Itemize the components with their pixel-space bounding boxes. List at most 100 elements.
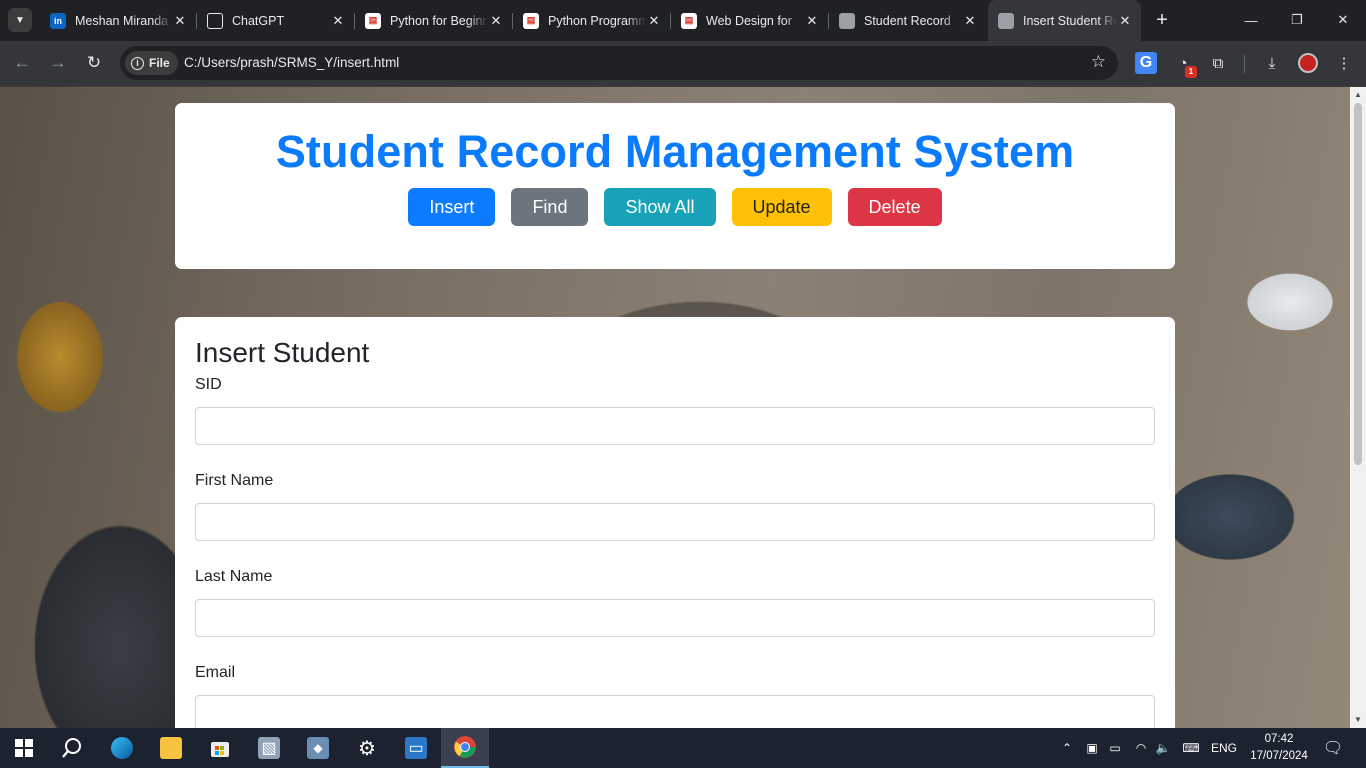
close-icon[interactable]: ✕	[962, 13, 978, 29]
tab-insert-student[interactable]: Insert Student Record ✕	[988, 0, 1141, 41]
scrollbar-thumb[interactable]	[1354, 103, 1362, 465]
battery-icon: ▭	[1109, 741, 1121, 755]
back-button[interactable]: ←	[9, 50, 35, 76]
tab-search-button[interactable]: ▼	[8, 8, 32, 32]
bookmark-star-icon[interactable]: ☆	[1091, 52, 1106, 72]
taskbar-clock[interactable]: 07:42 17/07/2024	[1245, 731, 1313, 765]
tab-chatgpt[interactable]: ChatGPT ✕	[197, 6, 355, 35]
extensions-menu-button[interactable]: ⧉	[1207, 52, 1229, 74]
close-icon[interactable]: ✕	[488, 13, 504, 29]
taskbar-settings[interactable]: ⚙	[343, 728, 391, 768]
scroll-down-icon[interactable]: ▼	[1350, 712, 1366, 728]
tab-title: Insert Student Record	[1023, 13, 1117, 28]
url-text[interactable]: C:/Users/prash/SRMS_Y/insert.html	[184, 55, 399, 70]
close-icon[interactable]: ✕	[646, 13, 662, 29]
store-icon	[211, 742, 229, 757]
google-translate-button[interactable]: G	[1135, 52, 1157, 74]
minimize-button[interactable]: —	[1228, 0, 1274, 40]
extension-badge: 1	[1185, 66, 1197, 78]
tab-title: Python Programming	[548, 13, 646, 28]
reload-button[interactable]: ↻	[81, 50, 107, 76]
browser-menu-button[interactable]: ⋮	[1333, 52, 1355, 74]
close-icon[interactable]: ✕	[1117, 13, 1133, 29]
tab-python-programming[interactable]: ▤ Python Programming ✕	[513, 6, 671, 35]
email-input[interactable]	[195, 695, 1155, 728]
forward-button[interactable]: →	[45, 50, 71, 76]
edge-icon	[111, 737, 133, 759]
monitor-icon: ▭	[405, 737, 427, 759]
tray-app-button[interactable]: ▣	[1081, 728, 1103, 768]
chrome-icon	[454, 736, 476, 758]
taskbar-photos[interactable]: ▧	[245, 728, 293, 768]
tab-python-beginners[interactable]: ▤ Python for Beginners ✕	[355, 6, 513, 35]
update-button[interactable]: Update	[731, 188, 832, 226]
page-title: Student Record Management System	[275, 126, 1075, 177]
first-name-label: First Name	[195, 472, 274, 489]
site-info-chip[interactable]: i File	[125, 51, 178, 75]
linkedin-icon: in	[50, 12, 66, 29]
find-button[interactable]: Find	[511, 188, 589, 226]
sid-field-group: SID	[195, 376, 1155, 445]
page-viewport: Student Record Management System Insert …	[0, 87, 1350, 728]
volume-button[interactable]: 🔈	[1153, 728, 1173, 768]
folder-icon	[160, 737, 182, 759]
close-icon[interactable]: ✕	[172, 13, 188, 29]
search-button[interactable]	[48, 728, 96, 768]
pdf-icon: ▤	[523, 12, 539, 29]
network-button[interactable]: ◠	[1130, 728, 1152, 768]
sid-input[interactable]	[195, 407, 1155, 445]
pdf-icon: ▤	[365, 12, 381, 29]
close-icon[interactable]: ✕	[330, 13, 346, 29]
globe-icon	[998, 12, 1014, 29]
taskbar-store[interactable]	[196, 728, 244, 768]
kebab-menu-icon: ⋮	[1336, 55, 1352, 72]
clock-date: 17/07/2024	[1250, 750, 1308, 762]
language-indicator[interactable]: ENG	[1208, 728, 1240, 768]
avatar	[1298, 53, 1318, 73]
header-card: Student Record Management System Insert …	[175, 103, 1175, 269]
taskbar-file-explorer[interactable]	[147, 728, 195, 768]
email-label: Email	[195, 664, 236, 681]
tab-title: Student Record	[864, 13, 951, 28]
address-bar[interactable]: i File C:/Users/prash/SRMS_Y/insert.html…	[120, 46, 1118, 80]
taskbar-chrome[interactable]	[441, 728, 489, 768]
show-hidden-icons-button[interactable]: ⌃	[1057, 728, 1077, 768]
delete-button[interactable]: Delete	[847, 188, 942, 226]
restore-button[interactable]: ❐	[1274, 0, 1320, 40]
scroll-up-icon[interactable]: ▲	[1350, 87, 1366, 103]
translate-icon: G	[1135, 52, 1157, 74]
taskbar-3d-viewer[interactable]: ◆	[294, 728, 342, 768]
chatgpt-icon	[207, 12, 223, 29]
profile-button[interactable]	[1297, 52, 1319, 74]
first-name-field-group: First Name	[195, 472, 1155, 541]
browser-toolbar: ← → ↻ i File C:/Users/prash/SRMS_Y/inser…	[0, 41, 1366, 87]
arrow-left-icon: ←	[13, 53, 31, 72]
tab-linkedin[interactable]: in Meshan Miranda ✕	[40, 6, 197, 35]
tray-app-icon: ▣	[1086, 741, 1098, 755]
battery-button[interactable]: ▭	[1105, 728, 1125, 768]
tab-web-design[interactable]: ▤ Web Design for ✕	[671, 6, 829, 35]
extension-button[interactable]: ◔ 1	[1172, 52, 1197, 78]
last-name-label: Last Name	[195, 568, 273, 585]
notifications-button[interactable]: 🗨	[1320, 728, 1346, 768]
touch-keyboard-button[interactable]: ⌨	[1178, 728, 1204, 768]
insert-button[interactable]: Insert	[408, 188, 496, 226]
close-window-button[interactable]: ✕	[1320, 0, 1366, 40]
clock-time: 07:42	[1264, 733, 1294, 745]
show-all-button[interactable]: Show All	[604, 188, 716, 226]
tab-student-record[interactable]: Student Record ✕	[829, 6, 986, 35]
downloads-button[interactable]: ⤓	[1261, 52, 1283, 74]
last-name-field-group: Last Name	[195, 568, 1155, 637]
new-tab-button[interactable]: +	[1151, 9, 1173, 31]
last-name-input[interactable]	[195, 599, 1155, 637]
globe-icon	[839, 12, 855, 29]
taskbar-remote-desktop[interactable]: ▭	[392, 728, 440, 768]
taskbar-edge[interactable]	[98, 728, 146, 768]
windows-taskbar: ▧ ◆ ⚙ ▭ ⌃ ▣ ▭ ◠ 🔈 ⌨ ENG 07:42 17/07/2024…	[0, 728, 1366, 768]
windows-logo-icon	[15, 739, 33, 757]
browser-tab-strip: ▼ in Meshan Miranda ✕ ChatGPT ✕ ▤ Python…	[0, 0, 1366, 41]
first-name-input[interactable]	[195, 503, 1155, 541]
page-scrollbar[interactable]: ▲ ▼	[1350, 87, 1366, 728]
close-icon[interactable]: ✕	[804, 13, 820, 29]
start-button[interactable]	[0, 728, 48, 768]
